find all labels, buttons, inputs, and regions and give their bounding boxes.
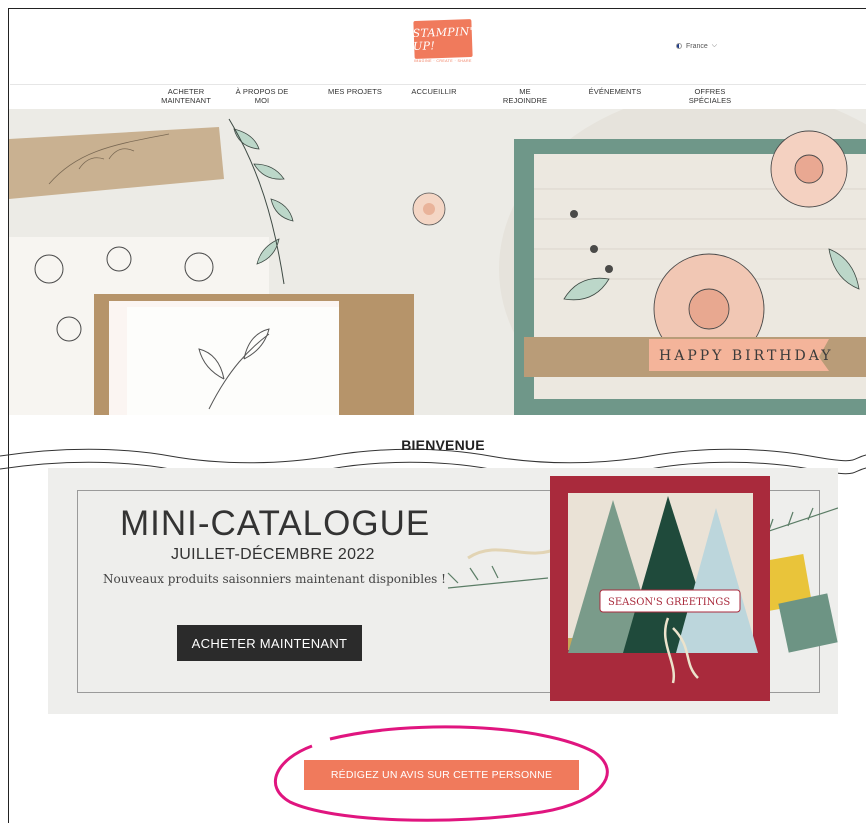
locale-label: France: [686, 42, 708, 50]
hero-banner-image[interactable]: HAPPY BIRTHDAY: [9, 109, 866, 415]
header-divider: [10, 84, 866, 85]
hero-illustration: HAPPY BIRTHDAY: [9, 109, 866, 415]
promo-subtitle: JUILLET-DÉCEMBRE 2022: [171, 546, 375, 563]
promo-description: Nouveaux produits saisonniers maintenant…: [103, 572, 446, 586]
brand-logo[interactable]: STAMPIN' UP! IMAGINE · CREATE · SHARE: [412, 18, 474, 65]
nav-item-mes-projets[interactable]: MES PROJETS: [320, 87, 390, 97]
promo-banner[interactable]: MINI-CATALOGUE JUILLET-DÉCEMBRE 2022 Nou…: [48, 468, 838, 714]
nav-item-accueillir[interactable]: ACCUEILLIR: [404, 87, 464, 97]
write-review-button[interactable]: RÉDIGEZ UN AVIS SUR CETTE PERSONNE: [304, 760, 579, 790]
nav-item-offres-speciales[interactable]: OFFRES SPÉCIALES: [680, 87, 740, 105]
main-nav: ACHETER MAINTENANT À PROPOS DE MOI MES P…: [0, 87, 866, 108]
nav-item-me-rejoindre[interactable]: ME REJOINDRE: [500, 87, 550, 105]
nav-item-acheter-maintenant[interactable]: ACHETER MAINTENANT: [156, 87, 216, 105]
flag-icon: [676, 43, 682, 49]
logo-text: STAMPIN' UP!: [412, 24, 474, 54]
card-sentiment: SEASON'S GREETINGS: [608, 597, 730, 608]
logo-mark: STAMPIN' UP!: [412, 18, 474, 60]
welcome-heading: BIENVENUE: [401, 437, 485, 453]
locale-selector[interactable]: France ⌵: [676, 42, 717, 50]
promo-title: MINI-CATALOGUE: [120, 504, 431, 543]
shop-now-button[interactable]: ACHETER MAINTENANT: [177, 625, 362, 661]
frame-top-border: [8, 8, 866, 9]
chevron-down-icon: ⌵: [711, 42, 718, 49]
nav-item-evenements[interactable]: ÉVÉNEMENTS: [580, 87, 650, 97]
hero-banner-text: HAPPY BIRTHDAY: [659, 348, 834, 364]
logo-tagline: IMAGINE · CREATE · SHARE: [414, 59, 472, 63]
promo-illustration: SEASON'S GREETINGS: [447, 476, 838, 701]
nav-item-a-propos[interactable]: À PROPOS DE MOI: [232, 87, 292, 105]
